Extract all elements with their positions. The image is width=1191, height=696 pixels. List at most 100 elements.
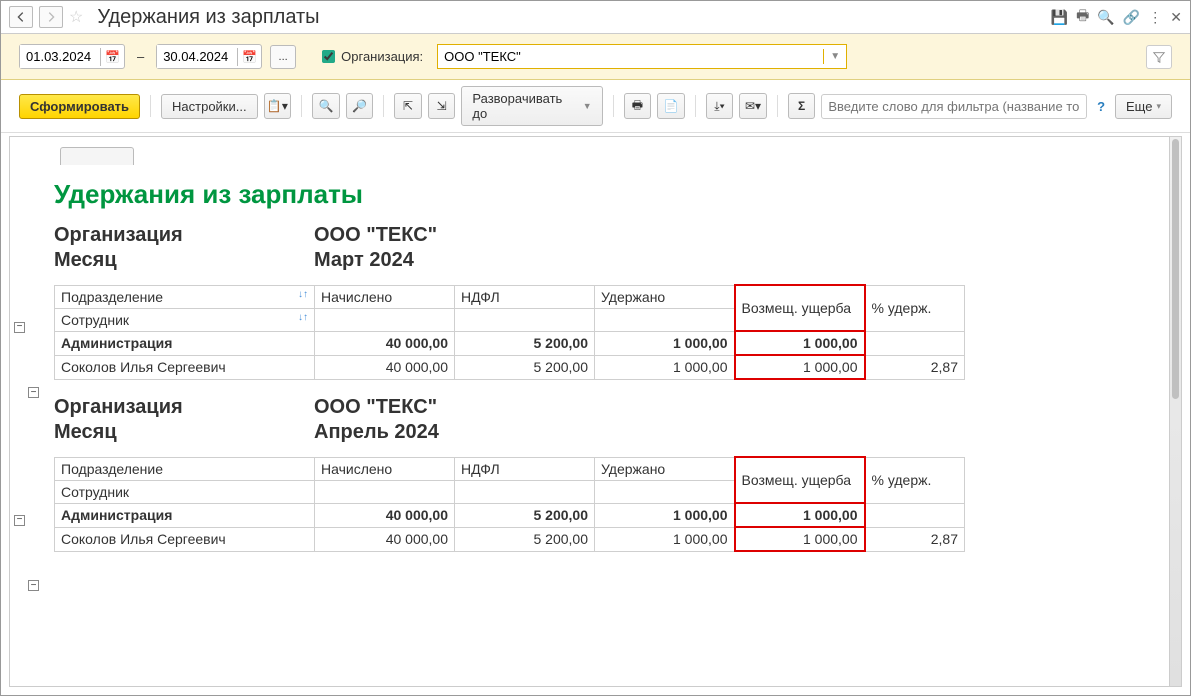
cell-withheld: 1 000,00 xyxy=(595,503,735,527)
find-next-button[interactable]: 🔎 xyxy=(346,93,374,119)
page-setup-button[interactable]: 📄 xyxy=(657,93,685,119)
print-button[interactable]: 🖶 xyxy=(624,93,652,119)
collapse-rail: − − − − xyxy=(14,167,54,591)
save-as-button[interactable]: ⤓▾ xyxy=(706,93,734,119)
col-damage: Возмещ. ущерба xyxy=(735,285,865,331)
date-from-input[interactable] xyxy=(20,45,100,68)
col-employee: Сотрудник xyxy=(55,480,315,503)
cell-withheld: 1 000,00 xyxy=(595,527,735,551)
cell-dept: Администрация xyxy=(55,503,315,527)
cell-accrued: 40 000,00 xyxy=(315,527,455,551)
cell-dept: Администрация xyxy=(55,331,315,355)
expand-to-button[interactable]: Разворачивать до ▼ xyxy=(461,86,602,126)
email-button[interactable]: ✉▾ xyxy=(739,93,767,119)
print-icon[interactable]: 🖶 xyxy=(1076,5,1089,29)
forward-button[interactable] xyxy=(39,6,63,28)
collapse-toggle[interactable]: − xyxy=(14,515,25,526)
cell-ndfl: 5 200,00 xyxy=(455,355,595,379)
settings-button[interactable]: Настройки... xyxy=(161,94,258,119)
cell-accrued: 40 000,00 xyxy=(315,355,455,379)
org-label: Организация: xyxy=(341,49,423,64)
toolbar: Сформировать Настройки... 📋▾ 🔍 🔎 ⇱ ⇲ Раз… xyxy=(1,80,1190,133)
meta-org-value: ООО "ТЕКС" xyxy=(314,224,437,247)
close-icon[interactable]: ✕ xyxy=(1170,9,1182,26)
report-title: Удержания из зарплаты xyxy=(54,179,1157,210)
col-dept: Подразделение↓↑ xyxy=(55,285,315,308)
cell-damage: 1 000,00 xyxy=(735,355,865,379)
col-employee: Сотрудник↓↑ xyxy=(55,308,315,331)
cell-ndfl: 5 200,00 xyxy=(455,503,595,527)
col-ndfl: НДФЛ xyxy=(455,457,595,480)
meta-month-value: Апрель 2024 xyxy=(314,421,439,444)
filter-button[interactable] xyxy=(1146,45,1172,69)
collapse-toggle[interactable]: − xyxy=(28,387,39,398)
col-percent: % удерж. xyxy=(865,457,965,503)
org-filter: Организация: xyxy=(322,49,423,64)
scrollbar[interactable] xyxy=(1169,137,1181,686)
cell-percent: 2,87 xyxy=(865,527,965,551)
collapse-toggle[interactable]: − xyxy=(14,322,25,333)
date-from-field[interactable]: 📅 xyxy=(19,44,125,69)
cell-damage: 1 000,00 xyxy=(735,331,865,355)
kebab-icon[interactable]: ⋮ xyxy=(1148,9,1162,26)
org-input[interactable] xyxy=(438,45,823,68)
meta-org-value: ООО "ТЕКС" xyxy=(314,396,437,419)
collapse-button[interactable]: ⇱ xyxy=(394,93,422,119)
meta-month-value: Март 2024 xyxy=(314,249,414,272)
date-to-field[interactable]: 📅 xyxy=(156,44,262,69)
cell-damage: 1 000,00 xyxy=(735,527,865,551)
cell-dept: Соколов Илья Сергеевич xyxy=(55,527,315,551)
cell-ndfl: 5 200,00 xyxy=(455,331,595,355)
date-to-input[interactable] xyxy=(157,45,237,68)
table-row: Соколов Илья Сергеевич 40 000,00 5 200,0… xyxy=(55,527,965,551)
cell-withheld: 1 000,00 xyxy=(595,331,735,355)
org-field[interactable]: ▼ xyxy=(437,44,847,69)
collapse-toggle[interactable]: − xyxy=(28,580,39,591)
col-withheld: Удержано xyxy=(595,457,735,480)
chevron-down-icon[interactable]: ▼ xyxy=(823,49,846,64)
col-withheld: Удержано xyxy=(595,285,735,308)
col-percent: % удерж. xyxy=(865,285,965,331)
meta-org-label: Организация xyxy=(54,224,314,247)
period-picker-button[interactable]: ... xyxy=(270,45,296,69)
calendar-icon[interactable]: 📅 xyxy=(100,48,124,66)
calendar-icon[interactable]: 📅 xyxy=(237,48,261,66)
more-label: Еще xyxy=(1126,99,1152,114)
date-dash: – xyxy=(137,49,144,64)
link-icon[interactable]: 🔗 xyxy=(1123,9,1140,26)
report-area: − − − − Удержания из зарплаты Организаци… xyxy=(9,136,1182,687)
cell-withheld: 1 000,00 xyxy=(595,355,735,379)
meta-org-label: Организация xyxy=(54,396,314,419)
find-button[interactable]: 🔍 xyxy=(312,93,340,119)
help-icon[interactable]: ? xyxy=(1093,99,1109,114)
data-table: Подразделение Начислено НДФЛ Удержано Во… xyxy=(54,456,965,552)
cell-percent xyxy=(865,503,965,527)
cell-percent xyxy=(865,331,965,355)
expand-to-label: Разворачивать до xyxy=(472,91,578,121)
cell-ndfl: 5 200,00 xyxy=(455,527,595,551)
sort-icon[interactable]: ↓↑ xyxy=(298,312,308,323)
cell-accrued: 40 000,00 xyxy=(315,331,455,355)
preview-icon[interactable]: 🔍 xyxy=(1097,9,1114,26)
cell-dept: Соколов Илья Сергеевич xyxy=(55,355,315,379)
data-table: Подразделение↓↑ Начислено НДФЛ Удержано … xyxy=(54,284,965,380)
back-button[interactable] xyxy=(9,6,33,28)
favorite-icon[interactable]: ☆ xyxy=(69,7,83,27)
sort-icon[interactable]: ↓↑ xyxy=(298,289,308,300)
generate-button[interactable]: Сформировать xyxy=(19,94,140,119)
filter-bar: 📅 – 📅 ... Организация: ▼ xyxy=(1,34,1190,80)
paste-settings-button[interactable]: 📋▾ xyxy=(264,93,292,119)
save-icon[interactable]: 💾 xyxy=(1051,9,1068,26)
cell-damage: 1 000,00 xyxy=(735,503,865,527)
table-row: Администрация 40 000,00 5 200,00 1 000,0… xyxy=(55,503,965,527)
expand-button[interactable]: ⇲ xyxy=(428,93,456,119)
more-button[interactable]: Еще ▾ xyxy=(1115,94,1172,119)
sum-button[interactable]: Σ xyxy=(788,93,816,119)
col-ndfl: НДФЛ xyxy=(455,285,595,308)
sheet-tab[interactable] xyxy=(60,147,134,165)
org-checkbox[interactable] xyxy=(322,50,335,63)
col-dept: Подразделение xyxy=(55,457,315,480)
filter-input[interactable] xyxy=(821,94,1087,119)
col-accrued: Начислено xyxy=(315,285,455,308)
page-title: Удержания из зарплаты xyxy=(97,6,319,29)
